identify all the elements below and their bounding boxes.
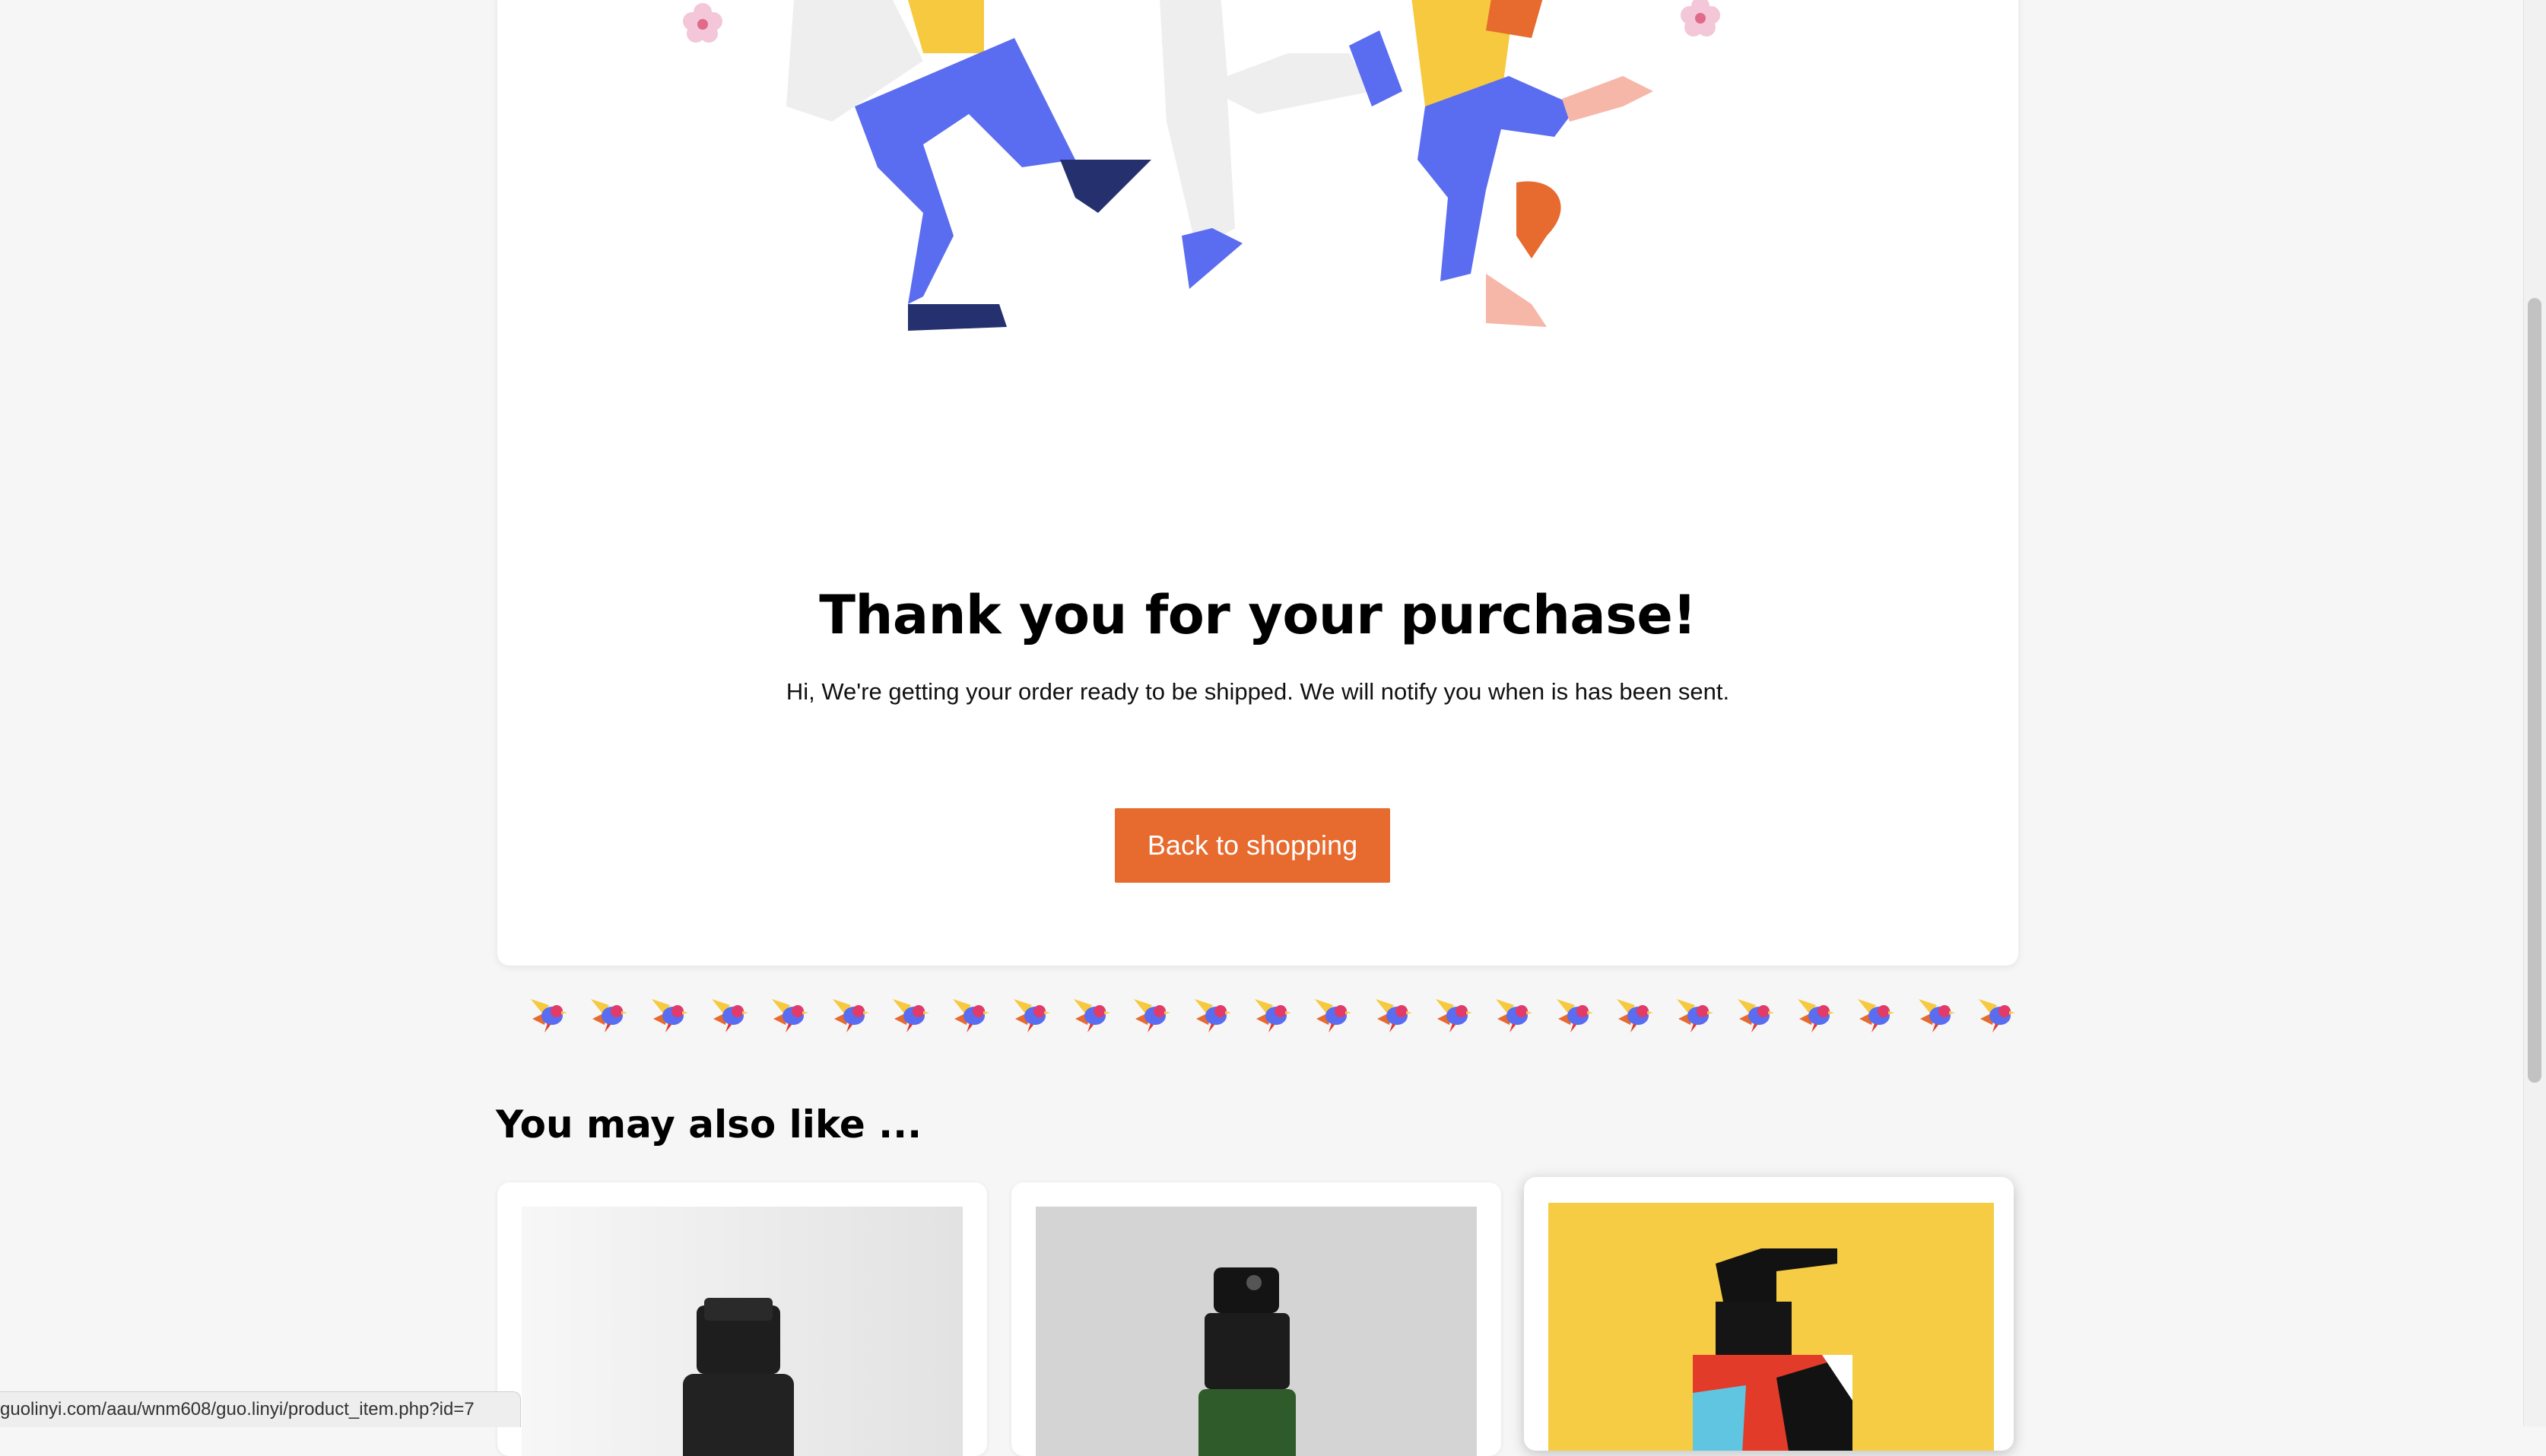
bird-icon: [1797, 999, 1834, 1033]
back-to-shopping-button[interactable]: Back to shopping: [1115, 808, 1390, 883]
bird-icon: [1194, 999, 1231, 1033]
bird-icon: [892, 999, 929, 1033]
bird-icon: [1616, 999, 1653, 1033]
bird-icon: [953, 999, 990, 1033]
bird-icon: [1737, 999, 1774, 1033]
flower-icon: [1681, 0, 1720, 36]
bird-icon: [1315, 999, 1352, 1033]
bird-icon: [1978, 999, 2015, 1033]
bird-icon: [651, 999, 688, 1033]
bird-icon: [591, 999, 628, 1033]
green-spray-bottle: [1036, 1207, 1477, 1456]
bird-divider: [526, 988, 2017, 1042]
page-title: Thank you for your purchase!: [819, 584, 1697, 646]
page: Thank you for your purchase! Hi, We're g…: [0, 0, 2546, 1456]
bird-icon: [531, 999, 567, 1033]
bird-icon: [1496, 999, 1533, 1033]
bird-icon: [711, 999, 748, 1033]
bird-icon: [1858, 999, 1895, 1033]
flower-icon: [683, 3, 722, 43]
bird-icon: [1677, 999, 1714, 1033]
product-image: [1548, 1203, 1994, 1451]
status-bar-url: guolinyi.com/aau/wnm608/guo.linyi/produc…: [0, 1391, 521, 1427]
confirmation-card: Thank you for your purchase! Hi, We're g…: [497, 0, 2018, 966]
product-image: [1036, 1207, 1477, 1456]
product-card[interactable]: [497, 1182, 987, 1456]
bird-icon: [1375, 999, 1412, 1033]
recommendations-heading: You may also like ...: [496, 1102, 922, 1147]
bird-icon: [1918, 999, 1955, 1033]
white-spray-bottle: [522, 1207, 963, 1456]
bird-icon: [1134, 999, 1171, 1033]
celebration-illustration: [683, 0, 1720, 331]
bird-icon: [772, 999, 809, 1033]
product-card[interactable]: [1011, 1182, 1501, 1456]
bird-icon: [1254, 999, 1291, 1033]
bird-icon: [1435, 999, 1472, 1033]
confirmation-message: Hi, We're getting your order ready to be…: [786, 678, 1730, 705]
scrollbar-thumb[interactable]: [2528, 298, 2541, 1083]
bird-icon: [1013, 999, 1050, 1033]
product-image: [522, 1207, 963, 1456]
colorful-pump-bottle: [1548, 1203, 1994, 1451]
bird-icon: [832, 999, 869, 1033]
bird-icon: [1556, 999, 1593, 1033]
product-card[interactable]: [1524, 1177, 2014, 1451]
bird-icon: [1073, 999, 1110, 1033]
